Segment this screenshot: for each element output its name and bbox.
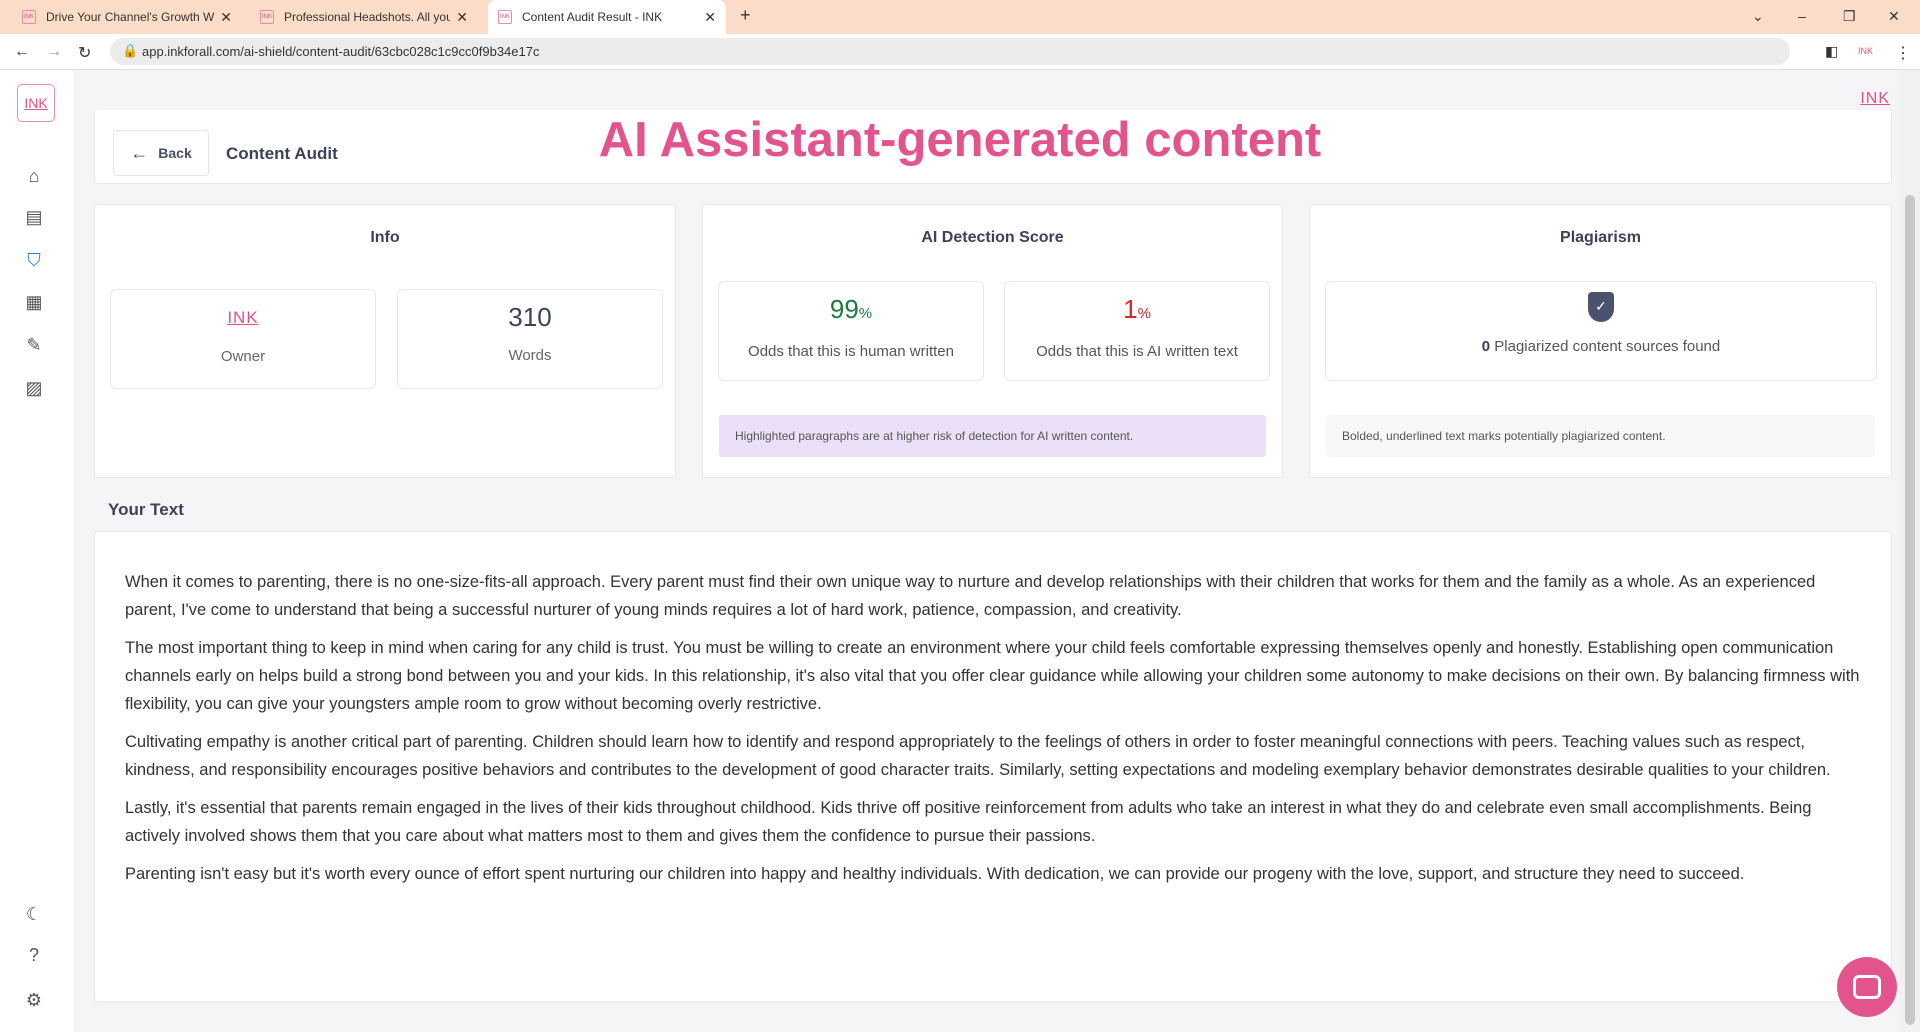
sidebar-toggle-icon[interactable]: ◧ [1825, 43, 1838, 60]
new-tab-button[interactable]: + [740, 5, 751, 26]
owner-box: INK Owner [110, 289, 376, 389]
url-field[interactable]: 🔒 app.inkforall.com/ai-shield/content-aud… [110, 38, 1790, 65]
home-icon[interactable]: ⌂ [22, 166, 46, 190]
back-arrow-icon[interactable]: ← [14, 43, 30, 61]
calendar-icon[interactable]: ▦ [22, 292, 46, 316]
shield-check-icon: ✓ [1588, 292, 1614, 322]
gear-icon[interactable]: ⚙ [22, 990, 46, 1014]
your-text-heading: Your Text [108, 500, 184, 519]
ink-favicon-icon: INK [22, 10, 36, 24]
help-icon[interactable]: ? [22, 945, 46, 969]
paragraph: The most important thing to keep in mind… [125, 639, 1860, 713]
ai-score: 1 [1123, 294, 1138, 324]
tab-1[interactable]: INK Drive Your Channel's Growth With ✕ [12, 0, 242, 34]
words-label: Words [508, 347, 552, 364]
ai-score-label: Odds that this is AI written text [1036, 343, 1238, 360]
chevron-down-icon[interactable]: ⌄ [1752, 8, 1764, 25]
address-bar: ← → ↻ 🔒 app.inkforall.com/ai-shield/conte… [0, 34, 1920, 70]
plagiarism-box: ✓ 0 Plagiarized content sources found [1325, 281, 1877, 381]
card-title: AI Detection Score [921, 229, 1064, 246]
ai-score-box: 1% Odds that this is AI written text [1004, 281, 1270, 381]
words-value: 310 [508, 302, 552, 332]
info-card: Info INK Owner 310 Words [94, 204, 676, 478]
text-card: When it comes to parenting, there is no … [94, 531, 1892, 1002]
image-icon[interactable]: ▨ [22, 378, 46, 402]
window-close-button[interactable]: ✕ [1888, 8, 1900, 25]
card-title: Info [370, 229, 400, 246]
forward-arrow-icon[interactable]: → [46, 43, 62, 61]
plagiarism-label: Plagiarized content sources found [1494, 338, 1721, 355]
percent-sign: % [1137, 305, 1151, 322]
plagiarism-note: Bolded, underlined text marks potentiall… [1326, 415, 1875, 457]
tab-bar: INK Drive Your Channel's Growth With ✕ INK… [0, 0, 1920, 34]
edit-icon[interactable]: ✎ [22, 335, 46, 359]
human-score-label: Odds that this is human written [748, 343, 954, 360]
plagiarism-count: 0 [1481, 338, 1491, 355]
owner-label: Owner [220, 348, 266, 365]
close-icon[interactable]: ✕ [456, 9, 468, 26]
ink-favicon-icon: INK [498, 10, 512, 24]
shield-icon[interactable]: ⛉ [22, 250, 46, 274]
ai-note: Highlighted paragraphs are at higher ris… [719, 415, 1266, 457]
lock-icon: 🔒 [122, 43, 139, 58]
words-box: 310 Words [397, 289, 663, 389]
menu-icon[interactable]: ⋮ [1895, 43, 1911, 63]
chat-button[interactable] [1837, 957, 1897, 1017]
paragraph: Parenting isn't easy but it's worth ever… [125, 865, 1745, 883]
sidebar: INK ⌂ ▤ ⛉ ▦ ✎ ▨ ☾ ? ⚙ [0, 70, 73, 1032]
document-icon[interactable]: ▤ [22, 207, 46, 231]
scrollbar[interactable] [1900, 70, 1920, 1032]
scrollbar-thumb[interactable] [1905, 195, 1915, 1025]
ink-favicon-icon: INK [260, 10, 274, 24]
moon-icon[interactable]: ☾ [22, 904, 46, 928]
human-score-box: 99% Odds that this is human written [718, 281, 984, 381]
ai-detection-card: AI Detection Score 99% Odds that this is… [702, 204, 1283, 478]
paragraph: Lastly, it's essential that parents rema… [125, 799, 1812, 845]
close-icon[interactable]: ✕ [220, 9, 232, 26]
brand-right: INK [1860, 90, 1890, 107]
chat-bubble-icon [1853, 975, 1881, 999]
overlay-title: AI Assistant-generated content [598, 113, 1322, 167]
reload-icon[interactable]: ↻ [78, 43, 91, 63]
paragraph: When it comes to parenting, there is no … [125, 573, 1816, 619]
restore-button[interactable]: ❐ [1843, 8, 1856, 25]
plagiarism-card: Plagiarism ✓ 0 Plagiarized content sourc… [1309, 204, 1892, 478]
percent-sign: % [858, 305, 873, 322]
minimize-button[interactable]: – [1798, 8, 1806, 24]
paragraph: Cultivating empathy is another critical … [125, 733, 1831, 779]
ink-extension-icon[interactable]: INK [1858, 46, 1873, 56]
tab-2[interactable]: INK Professional Headshots. All you n ✕ [250, 0, 478, 34]
close-icon[interactable]: ✕ [704, 9, 716, 26]
card-title: Plagiarism [1560, 229, 1641, 246]
owner-logo: INK [227, 308, 259, 327]
tab-3-active[interactable]: INK Content Audit Result - INK ✕ [488, 0, 726, 34]
human-score: 99 [829, 294, 859, 324]
